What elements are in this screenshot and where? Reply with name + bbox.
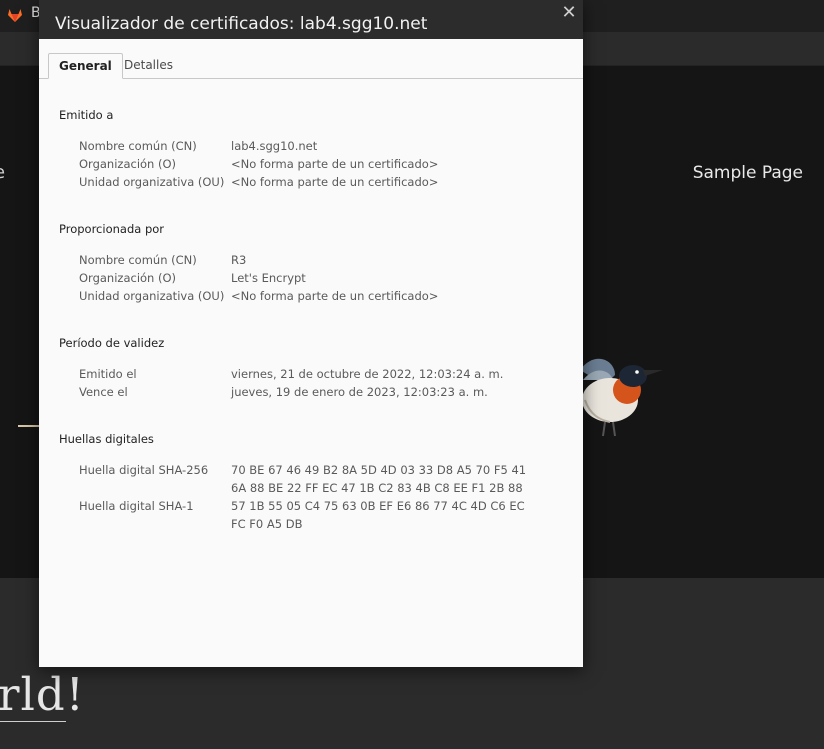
section-fingerprints-heading: Huellas digitales bbox=[59, 432, 154, 446]
sha256-value-line2: 6A 88 BE 22 FF EC 47 1B C2 83 4B C8 EE F… bbox=[231, 481, 523, 495]
post-title-partial[interactable]: rld! bbox=[0, 668, 85, 721]
section-issued-by-heading: Proporcionada por bbox=[59, 222, 165, 236]
validity-issued-value: viernes, 21 de octubre de 2022, 12:03:24… bbox=[231, 367, 504, 381]
validity-issued-label: Emitido el bbox=[79, 367, 137, 381]
sha256-value-line1: 70 BE 67 46 49 B2 8A 5D 4D 03 33 D8 A5 7… bbox=[231, 463, 527, 477]
sha256-label: Huella digital SHA-256 bbox=[79, 463, 209, 477]
bird-illustration bbox=[580, 358, 663, 437]
dialog-title: Visualizador de certificados: lab4.sgg10… bbox=[55, 14, 428, 34]
tab-details[interactable]: Detalles bbox=[114, 53, 183, 77]
issued-by-o-value: Let's Encrypt bbox=[231, 271, 306, 285]
close-icon[interactable]: ✕ bbox=[559, 3, 579, 23]
issued-to-ou-value: <No forma parte de un certificado> bbox=[231, 175, 439, 189]
dialog-tabs: General Detalles bbox=[39, 53, 583, 79]
sha1-value-line1: 57 1B 55 05 C4 75 63 0B EF E6 86 77 4C 4… bbox=[231, 499, 525, 513]
validity-expires-value: jueves, 19 de enero de 2023, 12:03:23 a.… bbox=[231, 385, 488, 399]
section-issued-to-heading: Emitido a bbox=[59, 108, 114, 122]
tab-general[interactable]: General bbox=[48, 53, 123, 79]
issued-to-ou-label: Unidad organizativa (OU) bbox=[79, 175, 225, 189]
nav-item-sample-page[interactable]: Sample Page bbox=[693, 163, 803, 183]
issued-to-o-value: <No forma parte de un certificado> bbox=[231, 157, 439, 171]
section-validity-heading: Período de validez bbox=[59, 336, 165, 350]
certificate-viewer-dialog: Visualizador de certificados: lab4.sgg10… bbox=[39, 0, 583, 667]
issued-by-ou-label: Unidad organizativa (OU) bbox=[79, 289, 225, 303]
issued-by-ou-value: <No forma parte de un certificado> bbox=[231, 289, 439, 303]
issued-by-cn-value: R3 bbox=[231, 253, 247, 267]
nav-item-partial[interactable]: e bbox=[0, 162, 5, 183]
sha1-label: Huella digital SHA-1 bbox=[79, 499, 194, 513]
issued-by-cn-label: Nombre común (CN) bbox=[79, 253, 197, 267]
issued-to-o-label: Organización (O) bbox=[79, 157, 177, 171]
issued-to-cn-label: Nombre común (CN) bbox=[79, 139, 197, 153]
issued-to-cn-value: lab4.sgg10.net bbox=[231, 139, 318, 153]
validity-expires-label: Vence el bbox=[79, 385, 128, 399]
gitlab-icon bbox=[8, 9, 22, 22]
issued-by-o-label: Organización (O) bbox=[79, 271, 177, 285]
dialog-titlebar[interactable]: Visualizador de certificados: lab4.sgg10… bbox=[39, 0, 583, 39]
post-title-underline bbox=[0, 721, 66, 722]
sha1-value-line2: FC F0 A5 DB bbox=[231, 517, 303, 531]
